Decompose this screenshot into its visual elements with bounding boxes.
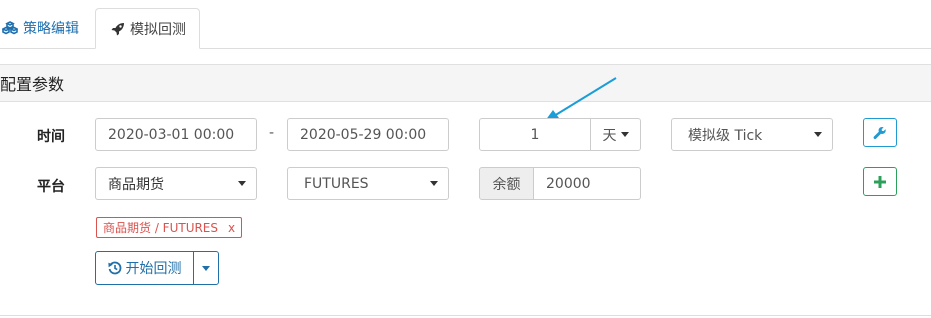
history-icon xyxy=(107,261,121,275)
tab-bar: 策略编辑 模拟回测 xyxy=(0,0,931,49)
balance-addon: 余额 xyxy=(479,167,534,200)
config-section-header: 配置参数 xyxy=(0,64,931,102)
period-value-input[interactable]: 1 xyxy=(479,118,591,151)
rocket-icon xyxy=(111,22,125,36)
plus-icon xyxy=(874,175,886,188)
platform-tag: 商品期货 / FUTURES x xyxy=(96,217,243,238)
date-separator: - xyxy=(269,125,275,141)
select-caret-icon xyxy=(238,181,246,186)
start-time-input[interactable]: 2020-03-01 00:00 xyxy=(95,118,257,151)
exchange-select[interactable]: 商品期货 xyxy=(95,167,257,200)
add-platform-button[interactable] xyxy=(863,167,897,196)
contract-type-select[interactable]: FUTURES xyxy=(287,167,449,200)
balance-input[interactable]: 20000 xyxy=(533,167,641,200)
cubes-icon xyxy=(2,21,18,35)
exchange-value: 商品期货 xyxy=(108,176,164,193)
start-backtest-dropdown[interactable] xyxy=(194,252,218,284)
select-caret-icon xyxy=(430,181,438,186)
settings-wrench-button[interactable] xyxy=(863,118,897,147)
remove-tag-button[interactable]: x xyxy=(228,221,235,235)
caret-down-icon xyxy=(202,265,210,271)
contract-type-value: FUTURES xyxy=(304,175,369,192)
caret-down-icon xyxy=(620,132,629,137)
end-time-input[interactable]: 2020-05-29 00:00 xyxy=(287,118,449,151)
sim-level-select[interactable]: 模拟级 Tick xyxy=(671,118,833,151)
select-caret-icon xyxy=(814,132,822,137)
period-unit-dropdown[interactable]: 天 xyxy=(590,118,641,151)
period-unit-label: 天 xyxy=(602,127,617,144)
time-label: 时间 xyxy=(37,129,65,145)
platform-label: 平台 xyxy=(37,179,65,195)
sim-level-value: 模拟级 Tick xyxy=(688,127,763,144)
tab-strategy-edit[interactable]: 策略编辑 xyxy=(0,8,92,48)
tab-label: 策略编辑 xyxy=(23,21,79,37)
start-backtest-label: 开始回测 xyxy=(125,261,182,277)
platform-tag-label: 商品期货 / FUTURES xyxy=(103,221,219,235)
section-title: 配置参数 xyxy=(0,75,65,94)
start-backtest-group: 开始回测 xyxy=(95,251,219,285)
tab-backtest[interactable]: 模拟回测 xyxy=(95,8,200,49)
divider xyxy=(0,315,931,316)
tab-label: 模拟回测 xyxy=(130,21,186,38)
wrench-icon xyxy=(873,126,886,139)
start-backtest-button[interactable]: 开始回测 xyxy=(96,252,194,284)
